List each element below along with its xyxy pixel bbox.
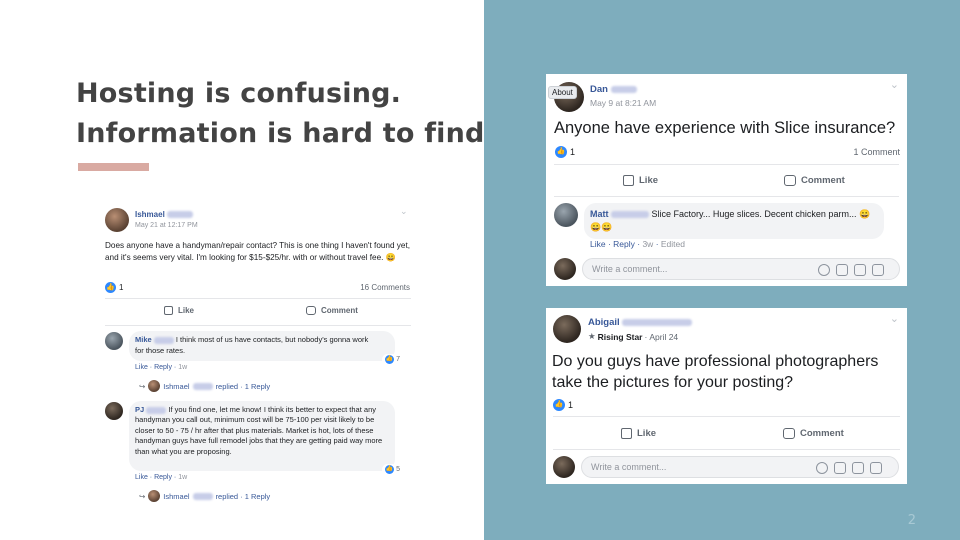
emoji-icon[interactable] <box>816 462 828 474</box>
comment-text: Matt Slice Factory... Huge slices. Decen… <box>590 209 871 232</box>
reaction-summary[interactable]: 👍 1 <box>105 282 123 293</box>
reaction-summary[interactable]: 👍 1 <box>555 146 575 158</box>
view-replies-link[interactable]: ↪ Ishmael replied · 1 Reply <box>139 490 270 502</box>
post-meta: ★ Rising Star · April 24 <box>588 331 679 342</box>
like-thumb-icon <box>621 428 632 439</box>
like-reaction-icon: 👍 <box>105 282 116 293</box>
accent-bar <box>78 163 149 171</box>
post-date[interactable]: April 24 <box>649 332 678 342</box>
like-thumb-icon <box>623 175 634 186</box>
comment-button[interactable]: Comment <box>783 428 844 439</box>
comment-like-link[interactable]: Like <box>135 474 148 481</box>
comment-bubble: PJ If you find one, let me know! I think… <box>129 401 403 475</box>
avatar[interactable] <box>105 208 129 232</box>
comment-like-link[interactable]: Like <box>590 239 606 249</box>
comments-count[interactable]: 1 Comment <box>853 147 900 157</box>
reply-arrow-icon: ↪ <box>139 381 146 391</box>
post-author[interactable]: Abigail <box>588 317 693 328</box>
member-badge: Rising Star <box>597 331 643 342</box>
divider <box>554 164 899 165</box>
like-reaction-icon: 👍 <box>385 355 395 364</box>
post-timestamp[interactable]: May 9 at 8:21 AM <box>590 98 656 108</box>
post-author[interactable]: Ishmael <box>135 210 194 219</box>
comment-input-icons <box>816 462 882 474</box>
like-thumb-icon <box>164 306 173 315</box>
comment-like-link[interactable]: Like <box>135 364 148 371</box>
emoji-icon[interactable] <box>818 264 830 276</box>
post-timestamp[interactable]: May 21 at 12:17 PM <box>135 222 198 229</box>
post-body: Does anyone have a handyman/repair conta… <box>105 241 411 262</box>
comment-bubble-icon <box>784 175 796 186</box>
sticker-icon[interactable] <box>870 462 882 474</box>
comment-reply-link[interactable]: Reply <box>613 239 635 249</box>
comment-button[interactable]: Comment <box>306 306 358 315</box>
comment-text: Mike I think most of us have contacts, b… <box>135 335 369 355</box>
reply-arrow-icon: ↪ <box>139 491 146 501</box>
chevron-down-icon[interactable]: ⌄ <box>400 206 408 217</box>
comment-bubble-icon <box>783 428 795 439</box>
divider <box>554 196 899 197</box>
comment-bubble-icon <box>306 306 316 315</box>
facebook-post-ishmael: Ishmael May 21 at 12:17 PM ⌄ Does anyone… <box>98 198 418 510</box>
gif-icon[interactable] <box>854 264 866 276</box>
comment-actions: Like · Reply · 1w <box>135 474 188 481</box>
comment-actions: Like · Reply · 3w · Edited <box>590 239 685 249</box>
viewer-avatar <box>553 456 575 478</box>
like-button[interactable]: Like <box>621 428 656 439</box>
slide-headline: Hosting is confusing. Information is har… <box>76 74 495 154</box>
star-icon: ★ <box>588 331 596 341</box>
comment-avatar[interactable] <box>105 332 123 350</box>
facebook-post-dan: About Dan May 9 at 8:21 AM ⌄ Anyone have… <box>546 74 907 286</box>
like-reaction-icon: 👍 <box>385 465 395 474</box>
post-body: Anyone have experience with Slice insura… <box>554 119 896 137</box>
viewer-avatar <box>554 258 576 280</box>
facebook-post-abigail: Abigail ★ Rising Star · April 24 ⌄ Do yo… <box>546 308 907 484</box>
comment-reactions[interactable]: 👍 7 <box>382 354 403 365</box>
reaction-summary[interactable]: 👍 1 <box>553 399 573 411</box>
comment-actions: Like · Reply · 1w <box>135 364 188 371</box>
comment-reply-link[interactable]: Reply <box>154 364 172 371</box>
post-author[interactable]: Dan <box>590 84 637 95</box>
about-tag[interactable]: About <box>548 86 577 99</box>
comment-bubble: Matt Slice Factory... Huge slices. Decen… <box>584 203 884 239</box>
view-replies-link[interactable]: ↪ Ishmael replied · 1 Reply <box>139 380 270 392</box>
like-reaction-icon: 👍 <box>553 399 565 411</box>
comment-button[interactable]: Comment <box>784 175 845 186</box>
sticker-icon[interactable] <box>872 264 884 276</box>
like-button[interactable]: Like <box>164 306 194 315</box>
divider <box>105 325 411 326</box>
comment-reactions[interactable]: 👍 5 <box>382 464 403 475</box>
comment-bubble: Mike I think most of us have contacts, b… <box>129 331 403 365</box>
headline-line-1: Hosting is confusing. <box>76 78 402 109</box>
chevron-down-icon[interactable]: ⌄ <box>890 312 899 325</box>
post-body: Do you guys have professional photograph… <box>552 353 879 391</box>
comment-input-icons <box>818 264 884 276</box>
divider <box>553 416 900 417</box>
avatar[interactable] <box>553 315 581 343</box>
comments-count[interactable]: 16 Comments <box>360 283 410 292</box>
comment-avatar[interactable] <box>554 203 578 227</box>
comment-avatar[interactable] <box>105 402 123 420</box>
slide-number: 2 <box>907 513 916 528</box>
comment-text: PJ If you find one, let me know! I think… <box>135 405 383 456</box>
divider <box>105 298 411 299</box>
gif-icon[interactable] <box>852 462 864 474</box>
divider <box>553 449 900 450</box>
chevron-down-icon[interactable]: ⌄ <box>890 78 899 91</box>
reply-avatar <box>148 490 161 502</box>
comment-reply-link[interactable]: Reply <box>154 474 172 481</box>
camera-icon[interactable] <box>836 264 848 276</box>
reply-avatar <box>148 380 161 392</box>
like-button[interactable]: Like <box>623 175 658 186</box>
camera-icon[interactable] <box>834 462 846 474</box>
headline-line-2: Information is hard to find. <box>76 118 496 149</box>
like-reaction-icon: 👍 <box>555 146 567 158</box>
